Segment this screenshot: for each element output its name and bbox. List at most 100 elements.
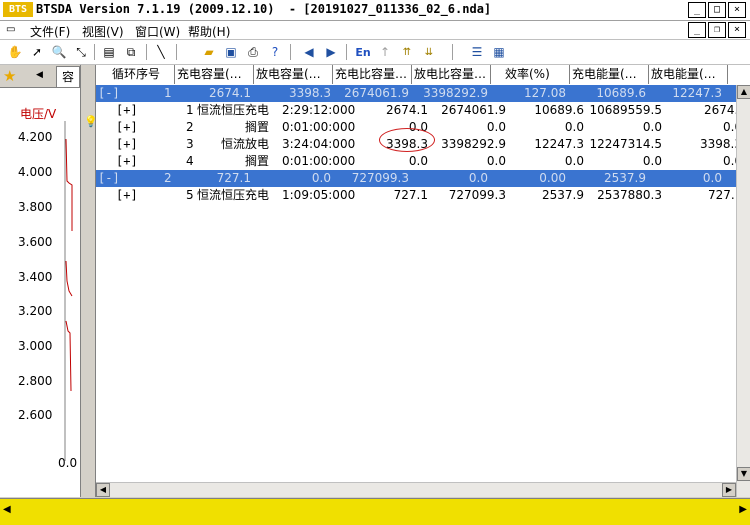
- pin-icon[interactable]: ↑: [376, 43, 394, 61]
- status-scroll-left-icon[interactable]: ◀: [3, 504, 11, 515]
- col-charge-capacity[interactable]: 充电容量(…: [175, 65, 254, 84]
- report-icon[interactable]: ▤: [100, 43, 118, 61]
- menu-file[interactable]: 文件(F): [30, 23, 70, 40]
- step-capacity: 727.1: [393, 188, 428, 202]
- sort-desc-icon[interactable]: ⇊: [420, 43, 438, 61]
- save-icon[interactable]: ▣: [222, 43, 240, 61]
- step-number: 1: [186, 103, 194, 117]
- col-efficiency[interactable]: 效率(%): [491, 65, 570, 84]
- zoom-icon[interactable]: 🔍: [50, 43, 68, 61]
- grid-header: 循环序号 充电容量(… 放电容量(… 充电比容量… 放电比容量… 效率(%) 充…: [96, 65, 750, 86]
- toolbar-divider: [94, 44, 95, 60]
- step-type: 恒流放电: [220, 137, 269, 151]
- list-view-icon[interactable]: ☰: [468, 43, 486, 61]
- doc-icon: ▭: [6, 24, 16, 35]
- expand-toggle[interactable]: [+]: [116, 187, 138, 204]
- scroll-down-icon[interactable]: ▼: [737, 467, 750, 481]
- app-icon: BTS: [3, 2, 33, 17]
- step-type: 搁置: [244, 120, 269, 134]
- line-tool-icon[interactable]: ╲: [152, 43, 170, 61]
- horizontal-scrollbar[interactable]: ◀ ▶: [96, 482, 736, 497]
- discharge-specific-capacity: 0.0: [468, 171, 488, 185]
- scroll-right-icon[interactable]: ▶: [722, 483, 736, 497]
- step-last: 727.: [708, 188, 735, 202]
- mdi-restore-button[interactable]: ❐: [708, 22, 726, 38]
- menu-window[interactable]: 窗口(W): [135, 23, 180, 40]
- back-icon[interactable]: ◀: [300, 43, 318, 61]
- expand-toggle[interactable]: [+]: [116, 153, 138, 170]
- language-icon[interactable]: En: [354, 43, 372, 61]
- help-icon[interactable]: ?: [266, 43, 284, 61]
- charge-energy: 10689.6: [596, 86, 646, 100]
- step-specific-energy: 2537880.3: [597, 188, 662, 202]
- copy-view-icon[interactable]: ⧉: [122, 43, 140, 61]
- step-specific-capacity: 727099.3: [448, 188, 506, 202]
- efficiency: 0.00: [539, 171, 566, 185]
- step-number: 2: [186, 120, 194, 134]
- zoom-reset-icon[interactable]: ⤡: [72, 43, 90, 61]
- step-number: 5: [186, 188, 194, 202]
- mdi-close-button[interactable]: ×: [728, 22, 746, 38]
- step-time: 2:29:12:000: [282, 103, 356, 117]
- close-button[interactable]: ×: [728, 2, 746, 18]
- mdi-controls: _ ❐ ×: [688, 22, 746, 38]
- tab-capacity[interactable]: 容: [56, 66, 80, 87]
- status-scroll-right-icon[interactable]: ▶: [739, 504, 747, 515]
- step-specific-energy: 0.0: [642, 120, 662, 134]
- step-capacity: 2674.1: [386, 103, 428, 117]
- print-icon[interactable]: ⎙: [244, 43, 262, 61]
- maximize-button[interactable]: □: [708, 2, 726, 18]
- col-discharge-capacity[interactable]: 放电容量(…: [254, 65, 333, 84]
- step-energy: 0.0: [564, 120, 584, 134]
- scroll-left-icon[interactable]: ◀: [96, 483, 110, 497]
- cycle-group-row[interactable]: [-] 1 2674.1 3398.3 2674061.9 3398292.9 …: [96, 85, 736, 102]
- y-tick: 3.800: [18, 200, 53, 214]
- step-row[interactable]: [+] 1 恒流恒压充电 2:29:12:000 2674.1 2674061.…: [96, 102, 738, 119]
- discharge-specific-capacity: 3398292.9: [423, 86, 488, 100]
- collapse-toggle[interactable]: [-]: [98, 170, 120, 187]
- scroll-up-icon[interactable]: ▲: [737, 85, 750, 99]
- minimize-button[interactable]: _: [688, 2, 706, 18]
- window-title: BTSDA Version 7.1.19 (2009.12.10) - [201…: [36, 2, 492, 16]
- favorite-star-icon[interactable]: ★: [3, 67, 16, 85]
- discharge-capacity: 3398.3: [289, 86, 331, 100]
- charge-specific-capacity: 727099.3: [351, 171, 409, 185]
- open-folder-icon[interactable]: ▰: [200, 43, 218, 61]
- expand-toggle[interactable]: [+]: [116, 136, 138, 153]
- menu-bar: ▭ 文件(F) 视图(V) 窗口(W) 帮助(H) _ ❐ ×: [0, 21, 750, 40]
- col-discharge-energy[interactable]: 放电能量(…: [649, 65, 728, 84]
- mdi-minimize-button[interactable]: _: [688, 22, 706, 38]
- cycle-group-row[interactable]: [-] 2 727.1 0.0 727099.3 0.0 0.00 2537.9…: [96, 170, 736, 187]
- charge-capacity: 727.1: [216, 171, 251, 185]
- forward-icon[interactable]: ▶: [322, 43, 340, 61]
- toolbar-divider: [176, 44, 177, 60]
- expand-toggle[interactable]: [+]: [116, 119, 138, 136]
- menu-help[interactable]: 帮助(H): [188, 23, 230, 40]
- toolbar-divider: [290, 44, 291, 60]
- tab-scroll-left-icon[interactable]: ◀: [36, 70, 43, 80]
- collapse-toggle[interactable]: [-]: [98, 85, 120, 102]
- expand-toggle[interactable]: [+]: [116, 102, 138, 119]
- toolbar: ✋ ➚ 🔍 ⤡ ▤ ⧉ ╲ ▰ ▣ ⎙ ? ◀ ▶ En ↑ ⇈ ⇊ ☰ ▦: [0, 40, 750, 65]
- col-cycle-index[interactable]: 循环序号: [96, 65, 175, 84]
- title-bar: BTS BTSDA Version 7.1.19 (2009.12.10) - …: [0, 0, 750, 21]
- hand-icon[interactable]: ✋: [6, 43, 24, 61]
- splitter[interactable]: [81, 65, 96, 497]
- sort-asc-icon[interactable]: ⇈: [398, 43, 416, 61]
- step-time: 1:09:05:000: [282, 188, 356, 202]
- col-charge-specific-capacity[interactable]: 充电比容量…: [333, 65, 412, 84]
- highlight-circle: [379, 128, 435, 152]
- vertical-scrollbar[interactable]: ▲ ▼: [736, 85, 750, 497]
- cursor-icon[interactable]: ➚: [28, 43, 46, 61]
- step-number: 4: [186, 154, 194, 168]
- step-energy: 0.0: [564, 154, 584, 168]
- col-charge-energy[interactable]: 充电能量(…: [570, 65, 649, 84]
- col-discharge-specific-capacity[interactable]: 放电比容量…: [412, 65, 491, 84]
- step-row[interactable]: [+] 5 恒流恒压充电 1:09:05:000 727.1 727099.3 …: [96, 187, 736, 204]
- discharge-energy: 12247.3: [672, 86, 722, 100]
- detail-view-icon[interactable]: ▦: [490, 43, 508, 61]
- step-time: 0:01:00:000: [282, 154, 356, 168]
- step-row[interactable]: [+] 4 搁置 0:01:00:000 0.0 0.0 0.0 0.0 0.0: [96, 153, 742, 170]
- voltage-axis-label: 电压/V: [20, 107, 57, 121]
- menu-view[interactable]: 视图(V): [82, 23, 124, 40]
